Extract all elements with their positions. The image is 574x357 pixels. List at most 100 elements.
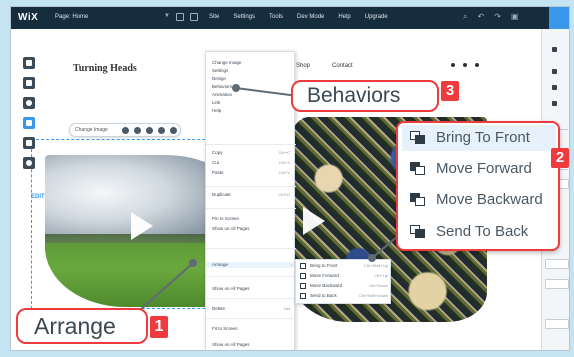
wix-logo[interactable]: WiX [18, 12, 38, 23]
ctx-item-design[interactable]: Design [212, 76, 292, 82]
ctx-shortcut: Del [283, 306, 290, 311]
menu-site[interactable]: Site [209, 14, 219, 20]
ctx-item-behaviors[interactable]: Behaviors [212, 84, 292, 90]
option-send-to-back[interactable]: Send To Back [402, 219, 556, 245]
ctx-item-change-image[interactable]: Change Image [212, 60, 292, 66]
background-icon[interactable] [23, 77, 35, 89]
redo-icon[interactable]: ↷ [494, 13, 501, 21]
publish-button[interactable] [549, 7, 569, 29]
ctx-item-settings[interactable]: Settings [212, 68, 292, 74]
link-icon[interactable] [158, 127, 165, 134]
desktop-icon[interactable] [176, 13, 184, 21]
menu-divider [206, 208, 296, 209]
arrange-submenu: Bring to Front Ctrl+Shift+Up Move Forward… [295, 259, 391, 304]
image-toolbar: Change Image [69, 123, 181, 137]
ctx-item-fit-to-screen[interactable]: Fit to Screen [212, 326, 292, 332]
sub-item-move-forward[interactable]: Move Forward Ctrl+Up [310, 273, 390, 279]
option-label: Send To Back [436, 223, 529, 240]
left-toolbar: EDIT [23, 57, 45, 200]
option-move-forward[interactable]: Move Forward [402, 156, 556, 182]
sub-item-move-backward[interactable]: Move Backward Ctrl+Down [310, 283, 390, 289]
save-icon[interactable]: ▣ [511, 13, 519, 21]
change-image-button[interactable]: Change Image [75, 127, 108, 133]
editor-topbar: WiX Page: Home ▼ Site Settings Tools Dev… [11, 7, 569, 29]
ctx-item-link[interactable]: Link [212, 100, 292, 106]
ctx-item-pin-to-screen[interactable]: Pin to Screen [212, 216, 292, 222]
zoom-icon[interactable]: ⌕ [463, 13, 467, 21]
panel-field[interactable] [545, 319, 569, 329]
undo-icon[interactable]: ↶ [477, 13, 484, 21]
app-market-icon[interactable] [23, 117, 35, 129]
mobile-icon[interactable] [190, 13, 198, 21]
instagram-icon[interactable] [475, 63, 479, 67]
sub-item-label: Move Forward [310, 273, 339, 278]
media-icon[interactable] [23, 137, 35, 149]
callout-number-3: 3 [441, 81, 459, 101]
menu-upgrade[interactable]: Upgrade [365, 14, 388, 20]
settings-icon[interactable] [122, 127, 129, 134]
option-bring-to-front[interactable]: Bring To Front [402, 125, 556, 151]
panel-icon[interactable] [552, 47, 557, 52]
menu-help[interactable]: Help [338, 14, 350, 20]
top-menu: Site Settings Tools Dev Mode Help Upgrad… [209, 14, 388, 20]
menu-divider [206, 144, 296, 145]
ctx-item-animation[interactable]: Animation [212, 92, 292, 98]
menu-dev-mode[interactable]: Dev Mode [297, 14, 324, 20]
behaviors-callout: Behaviors [291, 80, 439, 112]
option-label: Move Backward [436, 191, 543, 208]
context-menu: Change Image Settings Design Behaviors A… [205, 51, 296, 350]
ctx-item-copy[interactable]: Copy Ctrl+C [212, 150, 292, 156]
facebook-icon[interactable] [451, 63, 455, 67]
menu-tools[interactable]: Tools [269, 14, 283, 20]
ctx-item-label: Fit to Screen [212, 326, 238, 331]
theme-icon[interactable] [23, 97, 35, 109]
option-label: Bring To Front [436, 129, 530, 146]
pinterest-icon[interactable] [463, 63, 467, 67]
panel-icon[interactable] [552, 101, 557, 106]
page-selector-label: Page: Home [55, 14, 89, 20]
ctx-item-label: Show on All Pages [212, 286, 250, 291]
sub-shortcut: Ctrl+Shift+Down [358, 293, 388, 298]
ctx-item-label: Change Image [212, 60, 242, 65]
ctx-item-help[interactable]: Help [212, 108, 292, 114]
nav-item-contact[interactable]: Contact [332, 63, 353, 69]
ctx-item-arrange[interactable]: Arrange › [206, 262, 294, 268]
ctx-item-delete[interactable]: Delete Del [212, 306, 292, 312]
chevron-down-icon: ▼ [164, 13, 170, 19]
ctx-item-paste[interactable]: Paste Ctrl+V [212, 170, 292, 176]
page-selector[interactable]: Page: Home ▼ [55, 13, 170, 23]
menu-settings[interactable]: Settings [233, 14, 255, 20]
panel-icon[interactable] [552, 69, 557, 74]
add-icon[interactable] [23, 57, 35, 69]
panel-field[interactable] [545, 259, 569, 269]
sub-item-bring-to-front[interactable]: Bring to Front Ctrl+Shift+Up [310, 263, 390, 269]
play-icon[interactable] [303, 207, 325, 235]
ctx-item-label: Paste [212, 170, 224, 175]
bring-to-front-icon [410, 131, 426, 145]
crop-icon[interactable] [134, 127, 141, 134]
menu-divider [206, 248, 296, 249]
panel-icon[interactable] [552, 85, 557, 90]
ctx-item-label: Duplicate [212, 192, 231, 197]
pencil-icon[interactable] [146, 127, 153, 134]
ctx-item-label: Behaviors [212, 84, 233, 89]
sub-item-send-to-back[interactable]: Send to Back Ctrl+Shift+Down [310, 293, 390, 299]
ctx-item-show-on-all-pages[interactable]: Show on All Pages [212, 226, 292, 232]
arrange-options-callout: Bring To Front Move Forward Move Backwar… [396, 121, 560, 251]
help-icon[interactable] [170, 127, 177, 134]
blog-icon[interactable] [23, 157, 35, 169]
ctx-shortcut: Ctrl+D [278, 192, 290, 197]
nav-item-shop[interactable]: Shop [296, 63, 310, 69]
behaviors-callout-label: Behaviors [307, 84, 401, 107]
option-move-backward[interactable]: Move Backward [402, 187, 556, 213]
ctx-item-cut[interactable]: Cut Ctrl+X [212, 160, 292, 166]
ctx-item-label: Pin to Screen [212, 216, 240, 221]
ctx-item-duplicate[interactable]: Duplicate Ctrl+D [212, 192, 292, 198]
site-title[interactable]: Turning Heads [73, 63, 137, 74]
ctx-item-show-on-all-pages[interactable]: Show on All Pages [212, 342, 292, 348]
bring-to-front-icon [300, 263, 306, 269]
panel-field[interactable] [545, 279, 569, 289]
device-switcher [176, 13, 198, 21]
ctx-item-show-on-all-pages[interactable]: Show on All Pages [212, 286, 292, 292]
menu-divider [206, 186, 296, 187]
